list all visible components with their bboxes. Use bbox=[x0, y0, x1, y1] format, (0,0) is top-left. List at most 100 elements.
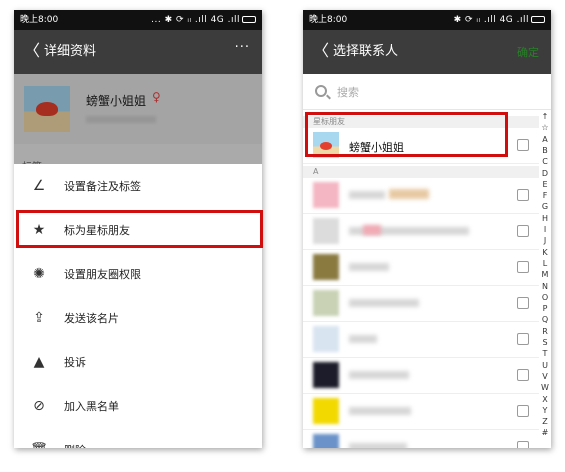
section-header-a: A bbox=[303, 166, 539, 178]
avatar bbox=[313, 218, 339, 244]
blurred-name bbox=[349, 191, 385, 199]
action-sheet: ∠ 设置备注及标签 ★ 标为星标朋友 ✺ 设置朋友圈权限 ⇪ 发送该名片 ▲ 投… bbox=[14, 164, 262, 448]
alphabet-index[interactable]: ↑ ☆ A B C D E F G H I J K L M N O P Q R S T U V W X Y Z # bbox=[539, 112, 551, 448]
index-letter[interactable]: R bbox=[539, 327, 551, 337]
checkbox[interactable] bbox=[517, 405, 529, 417]
back-button[interactable]: 〈 bbox=[24, 41, 40, 61]
list-item[interactable] bbox=[303, 394, 539, 430]
menu-item-report[interactable]: ▲ 投诉 bbox=[14, 340, 262, 384]
checkbox[interactable] bbox=[517, 139, 529, 151]
avatar bbox=[313, 398, 339, 424]
menu-item-send-card[interactable]: ⇪ 发送该名片 bbox=[14, 296, 262, 340]
battery-icon bbox=[531, 16, 545, 23]
index-letter[interactable]: Y bbox=[539, 406, 551, 416]
search-input[interactable]: 搜索 bbox=[303, 74, 551, 110]
blurred-name bbox=[389, 189, 429, 199]
index-letter[interactable]: W bbox=[539, 383, 551, 393]
avatar bbox=[313, 434, 339, 448]
index-letter[interactable]: K bbox=[539, 248, 551, 258]
avatar bbox=[313, 326, 339, 352]
list-item[interactable] bbox=[303, 250, 539, 286]
index-letter[interactable]: T bbox=[539, 349, 551, 359]
index-letter[interactable]: U bbox=[539, 361, 551, 371]
index-letter[interactable]: C bbox=[539, 157, 551, 167]
menu-item-delete[interactable]: 🗑 删除 bbox=[14, 428, 262, 448]
blurred-name bbox=[349, 407, 411, 415]
checkbox[interactable] bbox=[517, 189, 529, 201]
index-letter[interactable]: V bbox=[539, 372, 551, 382]
search-placeholder: 搜索 bbox=[337, 86, 359, 99]
index-letter[interactable]: A bbox=[539, 135, 551, 145]
index-letter[interactable]: # bbox=[539, 428, 551, 438]
index-letter[interactable]: ↑ bbox=[539, 112, 551, 122]
list-item[interactable] bbox=[303, 430, 539, 448]
index-letter[interactable]: E bbox=[539, 180, 551, 190]
list-item[interactable] bbox=[303, 358, 539, 394]
list-item[interactable] bbox=[303, 214, 539, 250]
blurred-name bbox=[349, 263, 389, 271]
index-letter[interactable]: H bbox=[539, 214, 551, 224]
index-letter[interactable]: O bbox=[539, 293, 551, 303]
index-letter[interactable]: X bbox=[539, 395, 551, 405]
blurred-name bbox=[363, 225, 381, 235]
index-letter[interactable]: P bbox=[539, 304, 551, 314]
index-letter[interactable]: S bbox=[539, 338, 551, 348]
menu-item-blacklist[interactable]: ⊘ 加入黑名单 bbox=[14, 384, 262, 428]
index-letter[interactable]: L bbox=[539, 259, 551, 269]
status-time: 晚上8:00 bbox=[309, 15, 348, 25]
list-item[interactable] bbox=[303, 178, 539, 214]
block-icon: ⊘ bbox=[33, 398, 45, 414]
status-bar: 晚上8:00 ... ✱ ⟳ ᵢₗ .ıll 4G .ıll bbox=[14, 10, 262, 30]
back-button[interactable]: 〈 bbox=[313, 41, 329, 61]
checkbox[interactable] bbox=[517, 369, 529, 381]
menu-item-remark[interactable]: ∠ 设置备注及标签 bbox=[14, 164, 262, 208]
page-title: 选择联系人 bbox=[333, 44, 399, 59]
menu-item-label: 加入黑名单 bbox=[64, 400, 119, 413]
menu-item-label: 发送该名片 bbox=[64, 312, 119, 325]
blurred-name bbox=[349, 443, 407, 448]
share-icon: ⇪ bbox=[33, 310, 45, 326]
list-item[interactable] bbox=[303, 286, 539, 322]
more-button[interactable]: ··· bbox=[235, 40, 250, 55]
index-letter[interactable]: B bbox=[539, 146, 551, 156]
index-letter[interactable]: G bbox=[539, 202, 551, 212]
blurred-name bbox=[349, 299, 419, 307]
index-letter[interactable]: Z bbox=[539, 417, 551, 427]
checkbox[interactable] bbox=[517, 297, 529, 309]
phone-right: 晚上8:00 ✱ ⟳ ᵢₗ .ıll 4G .ıll 〈 选择联系人 确定 搜索… bbox=[303, 10, 551, 448]
index-letter[interactable]: M bbox=[539, 270, 551, 280]
nav-bar: 〈 选择联系人 确定 bbox=[303, 30, 551, 74]
index-letter[interactable]: J bbox=[539, 236, 551, 246]
checkbox[interactable] bbox=[517, 225, 529, 237]
index-letter[interactable]: N bbox=[539, 282, 551, 292]
checkbox[interactable] bbox=[517, 333, 529, 345]
menu-item-label: 投诉 bbox=[64, 356, 86, 369]
menu-item-label: 设置朋友圈权限 bbox=[64, 268, 141, 281]
index-letter[interactable]: Q bbox=[539, 315, 551, 325]
list-item[interactable] bbox=[303, 322, 539, 358]
highlight-box bbox=[16, 210, 263, 248]
status-bar: 晚上8:00 ✱ ⟳ ᵢₗ .ıll 4G .ıll bbox=[303, 10, 551, 30]
signal-icons: ✱ ⟳ ᵢₗ .ıll 4G .ıll bbox=[453, 15, 529, 25]
menu-item-label: 删除 bbox=[64, 442, 86, 448]
search-icon bbox=[315, 85, 327, 97]
blurred-name bbox=[349, 371, 409, 379]
trash-icon: 🗑 bbox=[30, 441, 48, 448]
dim-overlay bbox=[14, 74, 262, 172]
confirm-button[interactable]: 确定 bbox=[517, 44, 539, 60]
menu-item-label: 设置备注及标签 bbox=[64, 180, 141, 193]
blurred-name bbox=[349, 335, 377, 343]
avatar bbox=[313, 254, 339, 280]
signal-icons: ... ✱ ⟳ ᵢₗ .ıll 4G .ıll bbox=[151, 15, 240, 25]
status-icons: ✱ ⟳ ᵢₗ .ıll 4G .ıll bbox=[454, 10, 545, 30]
index-letter[interactable]: I bbox=[539, 225, 551, 235]
status-time: 晚上8:00 bbox=[20, 15, 59, 25]
index-letter[interactable]: ☆ bbox=[539, 123, 551, 133]
checkbox[interactable] bbox=[517, 261, 529, 273]
pencil-icon: ∠ bbox=[32, 178, 46, 194]
index-letter[interactable]: F bbox=[539, 191, 551, 201]
menu-item-moments-permission[interactable]: ✺ 设置朋友圈权限 bbox=[14, 252, 262, 296]
index-letter[interactable]: D bbox=[539, 169, 551, 179]
checkbox[interactable] bbox=[517, 441, 529, 448]
nav-bar: 〈 详细资料 ··· bbox=[14, 30, 262, 74]
